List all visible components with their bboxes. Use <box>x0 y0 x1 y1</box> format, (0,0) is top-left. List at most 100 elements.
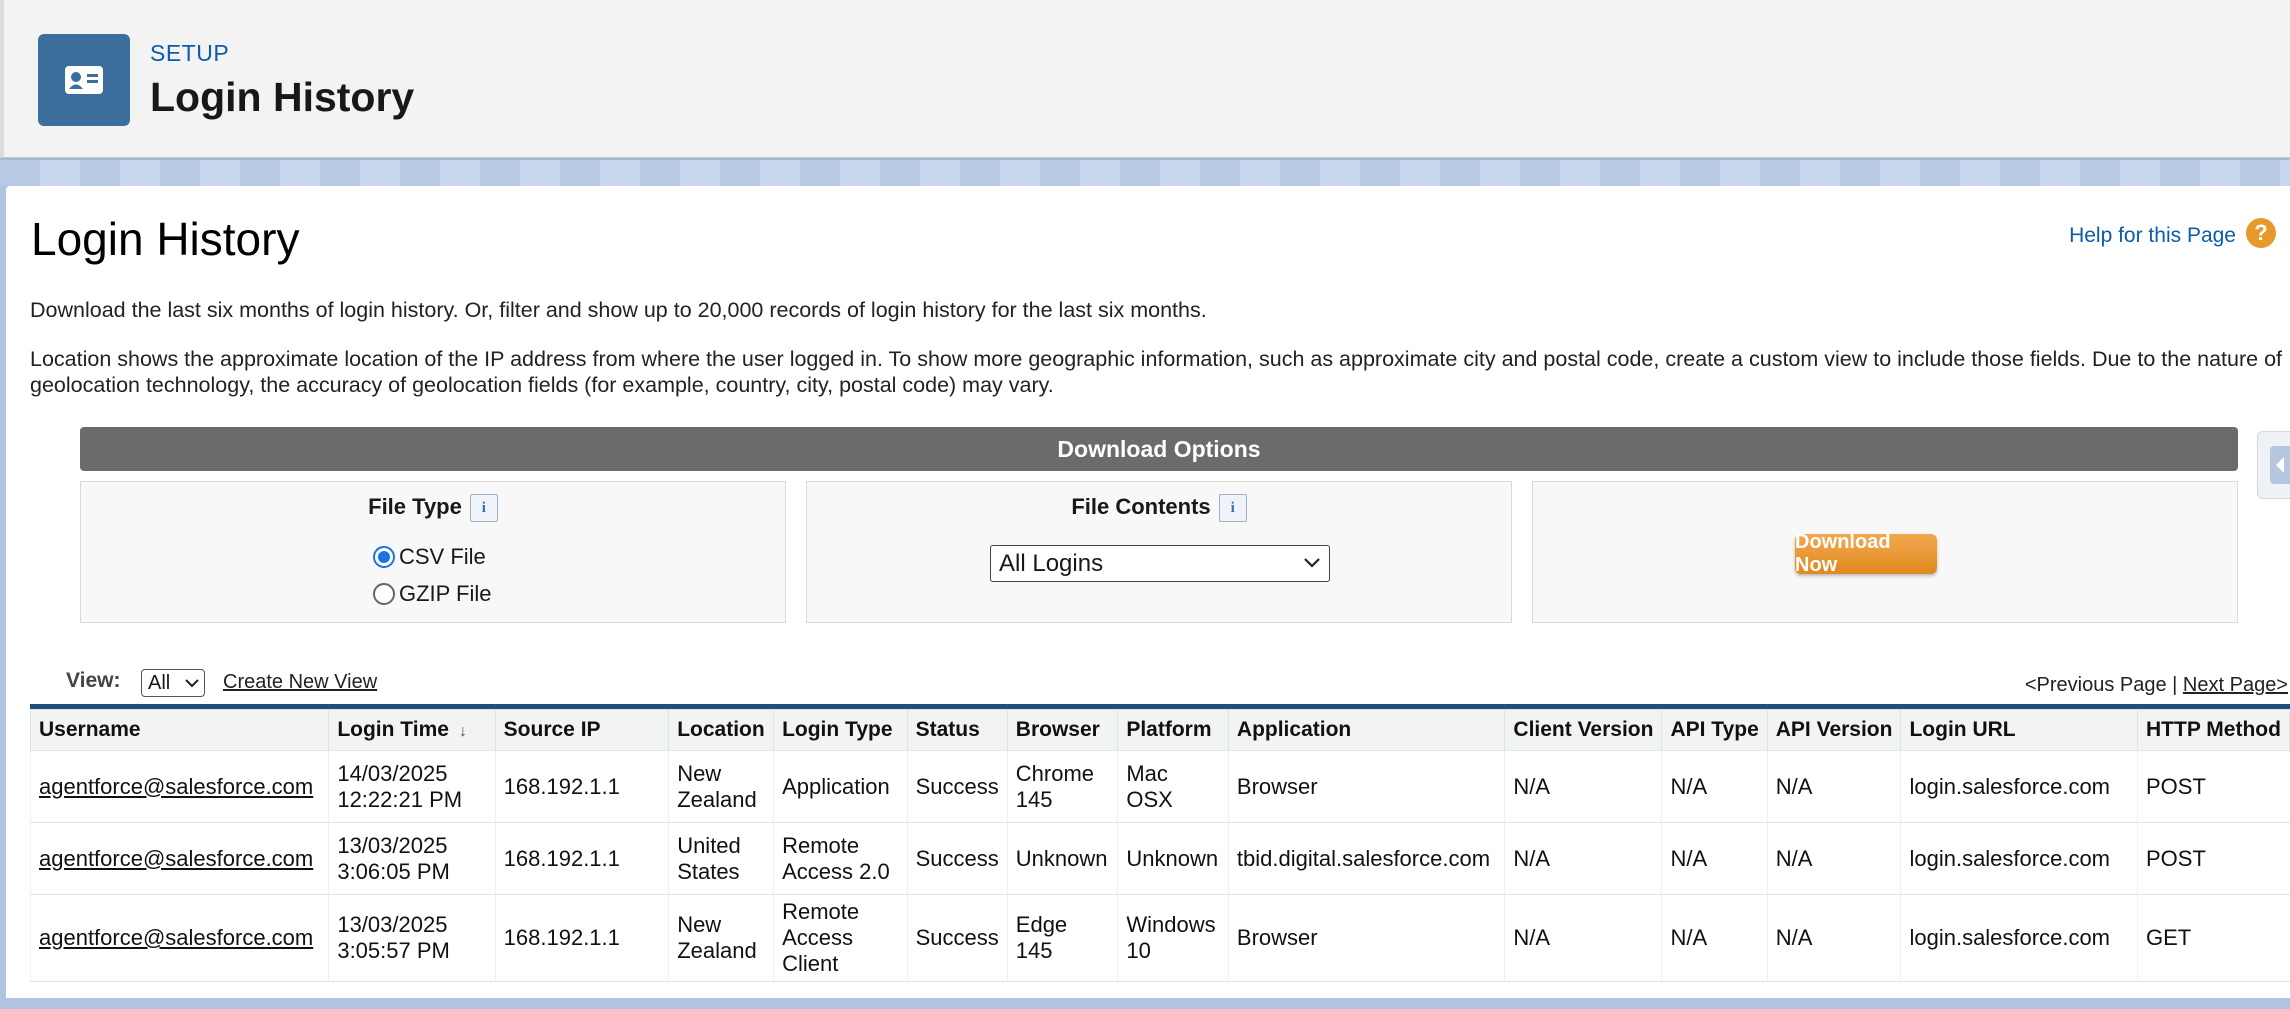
location-line-2: Zealand <box>677 786 757 812</box>
column-header-client-version[interactable]: Client Version <box>1504 709 1663 751</box>
csv-label: CSV File <box>399 544 486 569</box>
browser-line-1: Edge <box>1015 912 1068 937</box>
info-icon[interactable]: i <box>469 494 498 523</box>
column-header-login-type[interactable]: Login Type <box>773 709 908 751</box>
source-ip-cell: 168.192.1.1 <box>494 894 669 982</box>
download-action-panel: Download Now <box>1532 481 2238 623</box>
login-type-cell: Remote Access 2.0 <box>773 822 908 895</box>
sort-descending-icon: ↓ <box>458 723 467 740</box>
setup-header: SETUP Login History <box>0 0 2290 158</box>
download-now-button[interactable]: Download Now <box>1795 531 1937 576</box>
location-cell: New Zealand <box>668 750 774 823</box>
table-header-row: Username Login Time ↓ Source IP Location … <box>29 709 2290 751</box>
column-header-login-url[interactable]: Login URL <box>1900 709 2138 751</box>
gzip-radio[interactable] <box>373 583 395 605</box>
column-header-login-time[interactable]: Login Time ↓ <box>328 709 496 751</box>
page-title: Login History <box>31 213 300 265</box>
platform-cell: Mac OSX <box>1117 750 1229 823</box>
decorative-strip <box>0 160 2290 186</box>
login-date: 13/03/2025 <box>337 832 448 858</box>
view-select[interactable]: All <box>141 669 205 697</box>
http-method-cell: GET <box>2137 894 2290 982</box>
location-line-1: United <box>677 832 741 858</box>
column-header-status[interactable]: Status <box>906 709 1008 751</box>
help-link[interactable]: Help for this Page <box>2069 224 2236 248</box>
location-cell: New Zealand <box>668 894 774 982</box>
username-link[interactable]: agentforce@salesforce.com <box>29 894 329 982</box>
client-version-cell: N/A <box>1504 750 1662 823</box>
chevron-down-icon <box>184 670 200 703</box>
browser-line-2: 145 <box>1015 938 1053 963</box>
column-header-platform[interactable]: Platform <box>1117 709 1229 751</box>
api-type-cell: N/A <box>1661 822 1768 895</box>
api-version-cell: N/A <box>1766 750 1901 823</box>
column-header-api-type[interactable]: API Type <box>1661 709 1768 751</box>
platform-cell: Unknown <box>1117 822 1229 895</box>
previous-page-link: <Previous Page <box>2024 674 2167 696</box>
main-panel: Login History Help for this Page ? Downl… <box>6 186 2290 998</box>
setup-eyebrow[interactable]: SETUP <box>150 40 229 67</box>
csv-radio[interactable] <box>373 546 395 568</box>
column-header-http-method[interactable]: HTTP Method <box>2137 709 2290 751</box>
login-history-table: Username Login Time ↓ Source IP Location … <box>29 709 2290 982</box>
status-cell: Success <box>906 894 1008 982</box>
location-line-1: New <box>677 912 722 937</box>
username-link[interactable]: agentforce@salesforce.com <box>29 750 329 823</box>
login-clock: 12:22:21 PM <box>337 786 463 812</box>
login-time-cell: 13/03/2025 3:06:05 PM <box>328 822 496 895</box>
login-type-line-1: Remote <box>782 899 860 924</box>
gzip-label: GZIP File <box>399 581 492 606</box>
api-version-cell: N/A <box>1766 822 1901 895</box>
login-time-cell: 13/03/2025 3:05:57 PM <box>328 894 496 982</box>
pagination: <Previous Page | Next Page> <box>2025 674 2288 697</box>
browser-cell: Unknown <box>1006 822 1118 895</box>
file-contents-heading: File Contents i <box>807 494 1511 523</box>
info-icon[interactable]: i <box>1218 494 1247 523</box>
column-header-browser[interactable]: Browser <box>1006 709 1119 751</box>
create-new-view-link[interactable]: Create New View <box>223 671 377 694</box>
platform-line-1: Windows <box>1126 912 1216 937</box>
login-type-line-1: Remote <box>782 832 860 858</box>
status-cell: Success <box>906 750 1008 823</box>
table-row: agentforce@salesforce.com 13/03/2025 3:05… <box>29 894 2290 982</box>
column-header-location[interactable]: Location <box>668 709 775 751</box>
api-type-cell: N/A <box>1661 894 1768 982</box>
csv-radio-option[interactable]: CSV File <box>373 544 486 570</box>
side-panel-toggle[interactable] <box>2257 431 2290 499</box>
login-type-cell: Remote Access Client <box>773 894 908 982</box>
location-line-2: States <box>677 858 740 884</box>
header-title: Login History <box>150 74 415 120</box>
gzip-radio-option[interactable]: GZIP File <box>373 581 492 607</box>
column-header-login-time-label: Login Time <box>337 718 449 741</box>
description-location: Location shows the approximate location … <box>30 347 2282 397</box>
location-line-2: Zealand <box>677 938 757 963</box>
status-cell: Success <box>906 822 1008 895</box>
login-type-cell: Application <box>773 750 908 823</box>
browser-cell: Chrome 145 <box>1006 750 1118 823</box>
client-version-cell: N/A <box>1504 822 1662 895</box>
platform-line-1: Unknown <box>1126 845 1219 871</box>
table-row: agentforce@salesforce.com 14/03/2025 12:2… <box>29 750 2290 823</box>
username-link[interactable]: agentforce@salesforce.com <box>29 822 329 895</box>
description-download: Download the last six months of login hi… <box>30 298 1207 322</box>
browser-line-2: 145 <box>1015 786 1053 812</box>
login-url-cell: login.salesforce.com <box>1900 894 2138 982</box>
help-icon[interactable]: ? <box>2246 218 2276 248</box>
client-version-cell: N/A <box>1504 894 1662 982</box>
platform-line-2: 10 <box>1126 938 1151 963</box>
browser-cell: Edge 145 <box>1006 894 1118 982</box>
column-header-username[interactable]: Username <box>29 709 330 751</box>
download-options-bar: Download Options <box>80 427 2238 471</box>
application-cell: tbid.digital.salesforce.com <box>1227 822 1505 895</box>
next-page-link[interactable]: Next Page> <box>2183 674 2288 696</box>
column-header-source-ip[interactable]: Source IP <box>494 709 670 751</box>
file-contents-select[interactable]: All Logins <box>990 545 1330 582</box>
login-clock: 3:05:57 PM <box>337 938 450 963</box>
column-header-application[interactable]: Application <box>1227 709 1506 751</box>
file-type-label: File Type <box>368 494 462 519</box>
login-time-cell: 14/03/2025 12:22:21 PM <box>328 750 496 823</box>
location-cell: United States <box>668 822 774 895</box>
http-method-cell: POST <box>2137 822 2290 895</box>
column-header-api-version[interactable]: API Version <box>1766 709 1902 751</box>
browser-line-1: Chrome <box>1015 760 1095 786</box>
